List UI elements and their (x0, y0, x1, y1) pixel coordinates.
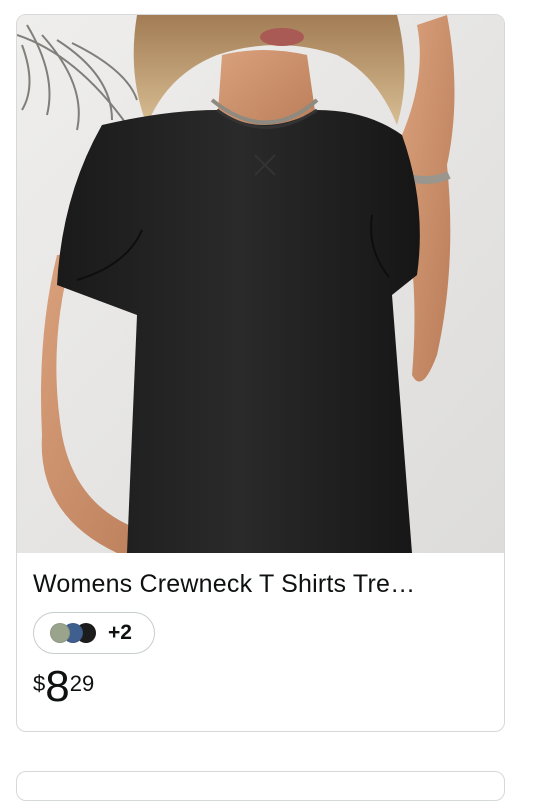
swatch-sage (50, 623, 70, 643)
more-colors-count: +2 (108, 621, 132, 644)
color-swatches (50, 623, 100, 643)
price-symbol: $ (33, 671, 46, 696)
price-fraction: 29 (69, 671, 95, 696)
price: $ 8 29 (33, 665, 94, 709)
product-title[interactable]: Womens Crewneck T Shirts Tre… (33, 570, 493, 599)
color-swatch-selector[interactable]: +2 (33, 612, 155, 654)
product-image[interactable] (17, 15, 504, 553)
price-whole: 8 (45, 662, 70, 711)
product-card[interactable]: Womens Crewneck T Shirts Tre… +2 $ 8 29 (16, 14, 505, 732)
